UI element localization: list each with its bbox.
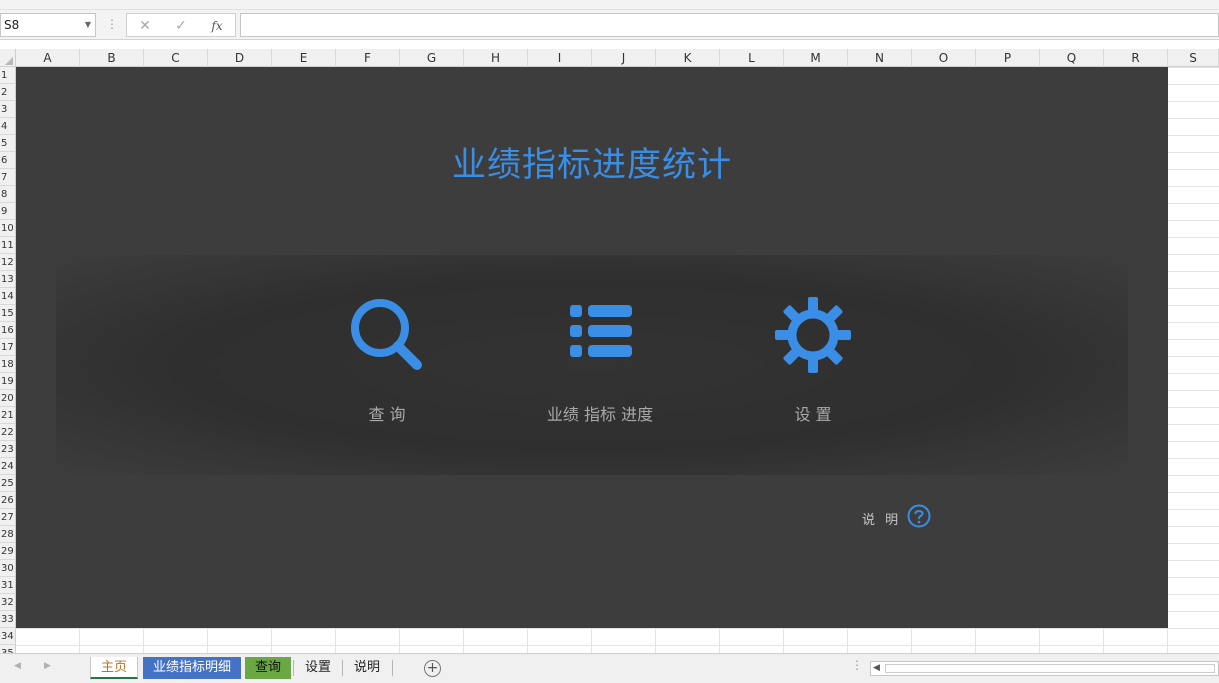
column-header[interactable]: H <box>464 49 528 67</box>
row-header[interactable]: 1 <box>0 67 15 84</box>
column-headers: ABCDEFGHIJKLMNOPQRS <box>0 49 1219 67</box>
column-header[interactable]: I <box>528 49 592 67</box>
excel-window: S8 ▼ ⋮ ✕ ✓ fx ABCDEFGHIJKLMNOPQRS 123456… <box>0 0 1219 683</box>
row-header[interactable]: 15 <box>0 305 15 322</box>
help-label[interactable]: 说 明 <box>862 509 901 528</box>
nav-progress-button[interactable]: 业绩 指标 进度 <box>500 295 700 435</box>
nav-query-button[interactable]: 查 询 <box>287 295 487 435</box>
cancel-icon[interactable]: ✕ <box>133 16 157 36</box>
row-header[interactable]: 30 <box>0 560 15 577</box>
tab-separator <box>342 660 343 676</box>
tab-about[interactable]: 说明 <box>344 657 390 679</box>
column-header[interactable]: A <box>16 49 80 67</box>
row-header[interactable]: 2 <box>0 84 15 101</box>
chevron-down-icon[interactable]: ▼ <box>85 14 91 36</box>
column-header[interactable]: O <box>912 49 976 67</box>
select-all-corner[interactable] <box>0 49 16 67</box>
add-sheet-button[interactable]: + <box>424 660 441 677</box>
row-header[interactable]: 12 <box>0 254 15 271</box>
insert-function-icon[interactable]: fx <box>205 16 229 36</box>
column-header[interactable]: Q <box>1040 49 1104 67</box>
row-header[interactable]: 34 <box>0 628 15 645</box>
sheet-tab-bar: ◀ ▶ 主页 业绩指标明细 查询 设置 说明 + ⋮ ◀ <box>0 653 1219 683</box>
row-header[interactable]: 21 <box>0 407 15 424</box>
search-icon[interactable] <box>347 295 427 375</box>
scroll-split-grip-icon[interactable]: ⋮ <box>851 658 863 672</box>
row-headers: 1 2 3 4 5 6 7 8 9 10 11 12 13 14 15 16 17 18 19 20 21 22 23 24 2… <box>0 67 16 653</box>
ribbon-edge <box>0 0 1219 10</box>
prev-sheet-icon[interactable]: ◀ <box>14 661 21 671</box>
column-header[interactable]: C <box>144 49 208 67</box>
tab-settings[interactable]: 设置 <box>295 657 341 679</box>
column-header[interactable]: R <box>1104 49 1168 67</box>
scroll-left-icon[interactable]: ◀ <box>873 663 880 673</box>
nav-query-label: 查 询 <box>368 405 406 424</box>
horizontal-scrollbar[interactable]: ◀ <box>870 661 1219 676</box>
row-header[interactable]: 27 <box>0 509 15 526</box>
row-header[interactable]: 19 <box>0 373 15 390</box>
row-header[interactable]: 28 <box>0 526 15 543</box>
row-header[interactable]: 6 <box>0 152 15 169</box>
column-header[interactable]: P <box>976 49 1040 67</box>
scrollbar-thumb[interactable] <box>885 664 1215 673</box>
nav-settings-label: 设 置 <box>794 405 832 424</box>
row-header[interactable]: 26 <box>0 492 15 509</box>
tab-query[interactable]: 查询 <box>245 657 292 679</box>
name-box-value: S8 <box>4 18 20 32</box>
row-header[interactable]: 4 <box>0 118 15 135</box>
tab-separator <box>392 660 393 676</box>
row-header[interactable]: 31 <box>0 577 15 594</box>
question-circle-icon[interactable] <box>907 504 931 528</box>
column-header[interactable]: S <box>1168 49 1219 67</box>
row-header[interactable]: 33 <box>0 611 15 628</box>
column-header[interactable]: G <box>400 49 464 67</box>
formula-bar-grip-icon[interactable]: ⋮ <box>106 17 118 31</box>
name-box[interactable]: S8 ▼ <box>0 13 96 37</box>
row-header[interactable]: 17 <box>0 339 15 356</box>
row-header[interactable]: 16 <box>0 322 15 339</box>
column-header[interactable]: E <box>272 49 336 67</box>
formula-buttons: ✕ ✓ fx <box>126 13 236 37</box>
row-header[interactable]: 18 <box>0 356 15 373</box>
column-header[interactable]: K <box>656 49 720 67</box>
row-header[interactable]: 23 <box>0 441 15 458</box>
row-header[interactable]: 14 <box>0 288 15 305</box>
row-header[interactable]: 7 <box>0 169 15 186</box>
row-header[interactable]: 35 <box>0 645 15 653</box>
row-header[interactable]: 13 <box>0 271 15 288</box>
dashboard-title: 业绩指标进度统计 <box>452 145 732 185</box>
row-header[interactable]: 32 <box>0 594 15 611</box>
column-header[interactable]: D <box>208 49 272 67</box>
list-icon[interactable] <box>560 295 640 375</box>
row-header[interactable]: 22 <box>0 424 15 441</box>
row-header[interactable]: 5 <box>0 135 15 152</box>
tab-home[interactable]: 主页 <box>90 657 139 679</box>
nav-progress-label: 业绩 指标 进度 <box>546 405 654 424</box>
nav-settings-button[interactable]: 设 置 <box>713 295 913 435</box>
enter-icon[interactable]: ✓ <box>169 16 193 36</box>
formula-bar: S8 ▼ ⋮ ✕ ✓ fx <box>0 10 1219 40</box>
select-all-triangle-icon[interactable] <box>5 57 13 65</box>
row-header[interactable]: 9 <box>0 203 15 220</box>
row-header[interactable]: 10 <box>0 220 15 237</box>
row-header[interactable]: 24 <box>0 458 15 475</box>
row-header[interactable]: 20 <box>0 390 15 407</box>
row-header[interactable]: 29 <box>0 543 15 560</box>
dashboard-panel: 业绩指标进度统计 查 询 业绩 指标 进度 设 置 说 明 <box>16 67 1168 628</box>
row-header[interactable]: 3 <box>0 101 15 118</box>
column-header[interactable]: M <box>784 49 848 67</box>
column-header[interactable]: N <box>848 49 912 67</box>
row-header[interactable]: 8 <box>0 186 15 203</box>
column-header[interactable]: F <box>336 49 400 67</box>
column-header[interactable]: J <box>592 49 656 67</box>
gear-icon[interactable] <box>773 295 853 375</box>
tab-kpi-detail[interactable]: 业绩指标明细 <box>143 657 242 679</box>
tab-separator <box>293 660 294 676</box>
row-header[interactable]: 11 <box>0 237 15 254</box>
next-sheet-icon[interactable]: ▶ <box>44 661 51 671</box>
row-header[interactable]: 25 <box>0 475 15 492</box>
formula-input[interactable] <box>240 13 1219 37</box>
column-header[interactable]: B <box>80 49 144 67</box>
column-header[interactable]: L <box>720 49 784 67</box>
